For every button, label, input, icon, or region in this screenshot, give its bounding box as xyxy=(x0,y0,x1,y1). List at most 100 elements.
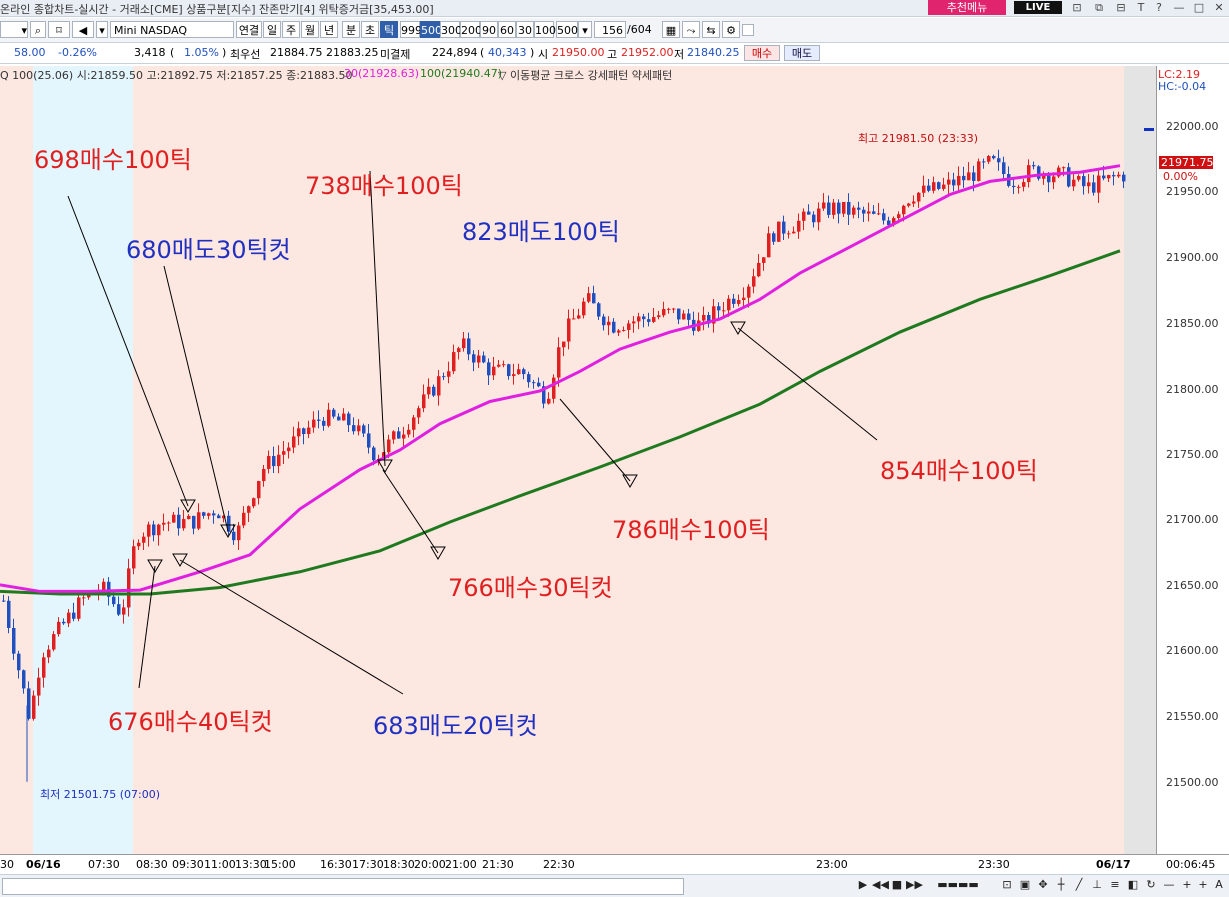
annotation-854-buy: 854매수100틱 xyxy=(880,457,1038,485)
period-button-tick[interactable]: 틱 xyxy=(380,21,398,38)
candle-body xyxy=(262,468,266,482)
x-tick-1830: 18:30 xyxy=(383,858,415,871)
candle-body xyxy=(1097,175,1101,193)
tick-30[interactable]: 30 xyxy=(516,21,534,38)
option-checkbox[interactable] xyxy=(742,24,754,36)
candle-body xyxy=(517,369,521,375)
quote-bar: 58.00 -0.26% 3,418 ( 1.05% ) 최우선 21884.7… xyxy=(0,43,1229,64)
trendline-icon[interactable]: ╱ xyxy=(1072,878,1086,892)
candle-body xyxy=(942,184,946,189)
refresh-icon[interactable]: ↻ xyxy=(1144,878,1158,892)
page-count-field[interactable]: 156 xyxy=(594,21,626,38)
annotation-738-buy: 738매수100틱 xyxy=(305,172,463,200)
live-button[interactable]: LIVE xyxy=(1014,1,1062,14)
maximize-icon[interactable]: □ xyxy=(1190,0,1208,15)
window-icon-1[interactable]: ⊡ xyxy=(1068,0,1086,15)
x-tick-1500: 15:00 xyxy=(264,858,296,871)
period-button-second[interactable]: 초 xyxy=(361,21,379,38)
volume: 3,418 xyxy=(134,46,166,59)
zoom-plus-icon[interactable]: + xyxy=(1180,878,1194,892)
period-button-minute[interactable]: 분 xyxy=(342,21,360,38)
speed-slider[interactable]: ▬▬▬▬ xyxy=(928,878,988,892)
candle-body xyxy=(247,506,251,513)
current-price-pct: 0.00% xyxy=(1163,170,1198,183)
candle-body xyxy=(302,428,306,435)
candle-body xyxy=(347,413,351,426)
candle-body xyxy=(682,313,686,320)
layout-icon[interactable]: ▣ xyxy=(1018,878,1032,892)
compare-icon[interactable]: ⇆ xyxy=(702,21,720,38)
symbol-dropdown-icon[interactable]: ▾ xyxy=(96,21,108,38)
sell-button[interactable]: 매도 xyxy=(784,45,820,61)
tick-90[interactable]: 90 xyxy=(480,21,498,38)
tick-300[interactable]: 300 xyxy=(440,21,462,38)
stop-icon[interactable]: ■ xyxy=(890,878,904,892)
candle-body xyxy=(522,369,526,375)
grid-icon[interactable]: ▦ xyxy=(662,21,680,38)
gear-icon[interactable]: ⚙ xyxy=(722,21,740,38)
help-icon[interactable]: ? xyxy=(1150,0,1168,15)
period-button-link[interactable]: 연결 xyxy=(236,21,262,38)
candle-body xyxy=(1122,174,1126,182)
tick-100[interactable]: 100 xyxy=(534,21,556,38)
zoom-fit-icon[interactable]: + xyxy=(1196,878,1210,892)
tick-999[interactable]: 999 xyxy=(400,21,422,38)
tick-count-dropdown-icon[interactable]: ▾ xyxy=(578,21,592,38)
candle-body xyxy=(427,386,431,395)
candle-body xyxy=(927,185,931,191)
buy-button[interactable]: 매수 xyxy=(744,45,780,61)
tick-60[interactable]: 60 xyxy=(498,21,516,38)
window-icon-3[interactable]: ⊟ xyxy=(1112,0,1130,15)
y-tick-21850: 21850.00 xyxy=(1166,317,1219,330)
candle-body xyxy=(267,456,271,469)
search-icon[interactable]: ⌕ xyxy=(30,21,46,38)
best-bid: 21883.25 xyxy=(326,46,379,59)
fib-icon[interactable]: ≡ xyxy=(1108,878,1122,892)
font-icon[interactable]: T xyxy=(1132,0,1150,15)
unsettled-value: 224,894 xyxy=(432,46,478,59)
candle-body xyxy=(687,313,691,320)
tick-count-field[interactable]: 500 xyxy=(556,21,578,38)
forward-icon[interactable]: ▶▶ xyxy=(906,878,923,892)
screenshot-icon[interactable]: ◧ xyxy=(1126,878,1140,892)
page-total: /604 xyxy=(627,23,652,36)
candle-body xyxy=(317,419,321,421)
period-button-day[interactable]: 일 xyxy=(263,21,281,38)
auto-scale-icon[interactable]: A xyxy=(1212,878,1226,892)
candle-body xyxy=(652,317,656,322)
candle-body xyxy=(457,348,461,353)
candle-body xyxy=(447,371,451,377)
zoom-in-icon[interactable]: ⊡ xyxy=(1000,878,1014,892)
candle-body xyxy=(562,341,566,348)
candle-body xyxy=(527,374,531,383)
close-icon[interactable]: ✕ xyxy=(1210,0,1228,15)
tick-200[interactable]: 200 xyxy=(460,21,482,38)
period-button-year[interactable]: 년 xyxy=(320,21,338,38)
window-icon-2[interactable]: ⧉ xyxy=(1090,0,1108,15)
recommend-menu-button[interactable]: 추천메뉴 xyxy=(928,0,1006,15)
draw-icon[interactable]: ⤳ xyxy=(682,21,700,38)
period-button-week[interactable]: 주 xyxy=(282,21,300,38)
rewind-icon[interactable]: ◀◀ xyxy=(872,878,889,892)
crosshair-icon[interactable]: ┼ xyxy=(1054,878,1068,892)
dropdown-icon[interactable]: ▾ xyxy=(0,21,28,38)
tick-500[interactable]: 500 xyxy=(420,21,442,38)
high-marker-label: 최고 21981.50 (23:33) xyxy=(858,132,979,145)
pan-icon[interactable]: ✥ xyxy=(1036,878,1050,892)
ruler-icon[interactable]: ⊥ xyxy=(1090,878,1104,892)
minimize-icon[interactable]: — xyxy=(1170,0,1188,15)
candle-body xyxy=(282,451,286,455)
candle-body xyxy=(757,262,761,277)
chart-scrollbar[interactable] xyxy=(2,878,684,895)
candle-body xyxy=(587,293,591,302)
candle-body xyxy=(2,600,6,602)
play-icon[interactable]: ▶ xyxy=(856,878,870,892)
y-tick-21950: 21950.00 xyxy=(1166,185,1219,198)
symbol-field[interactable]: Mini NASDAQ 100(25.0 xyxy=(110,21,234,54)
code-search-icon[interactable]: ⌑ xyxy=(48,21,70,38)
zoom-out-icon[interactable]: — xyxy=(1162,878,1176,892)
period-button-month[interactable]: 월 xyxy=(301,21,319,38)
candle-body xyxy=(387,439,391,453)
sound-icon[interactable]: ◀ xyxy=(72,21,94,38)
candle-body xyxy=(557,347,561,378)
